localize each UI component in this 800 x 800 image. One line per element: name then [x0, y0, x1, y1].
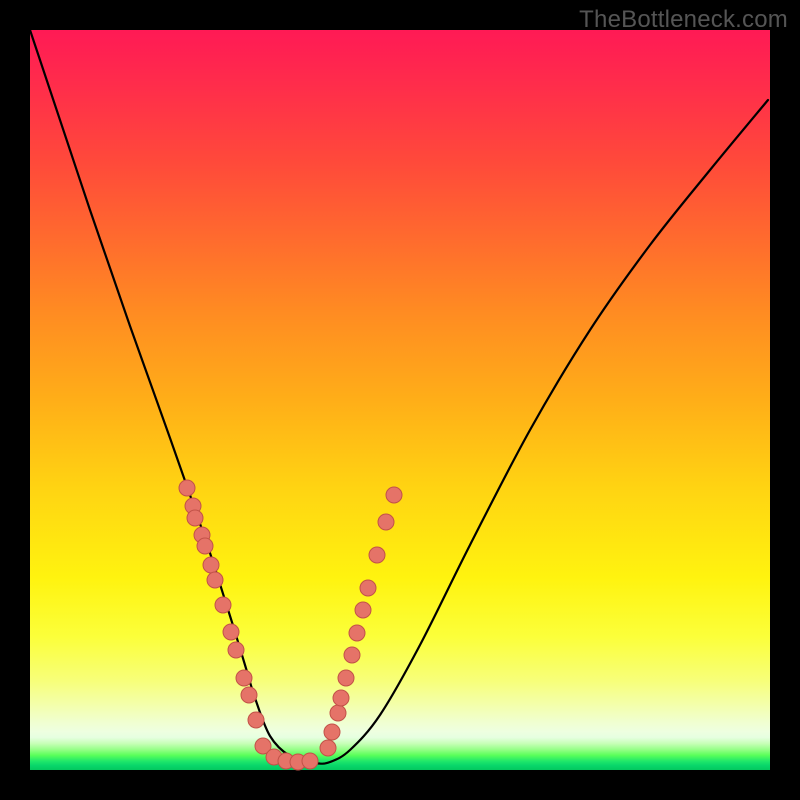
marker-dot: [228, 642, 244, 658]
marker-dots: [179, 480, 402, 770]
marker-dot: [187, 510, 203, 526]
marker-dot: [355, 602, 371, 618]
marker-dot: [320, 740, 336, 756]
marker-dot: [203, 557, 219, 573]
marker-dot: [179, 480, 195, 496]
marker-dot: [338, 670, 354, 686]
marker-dot: [241, 687, 257, 703]
marker-dot: [330, 705, 346, 721]
chart-plot-area: [30, 30, 770, 770]
marker-dot: [369, 547, 385, 563]
bottleneck-curve: [30, 30, 768, 764]
watermark-text: TheBottleneck.com: [579, 6, 788, 34]
chart-frame: TheBottleneck.com: [0, 0, 800, 800]
marker-dot: [360, 580, 376, 596]
marker-dot: [207, 572, 223, 588]
marker-dot: [386, 487, 402, 503]
marker-dot: [324, 724, 340, 740]
chart-svg: [30, 30, 770, 770]
marker-dot: [248, 712, 264, 728]
marker-dot: [223, 624, 239, 640]
marker-dot: [333, 690, 349, 706]
marker-dot: [302, 753, 318, 769]
marker-dot: [197, 538, 213, 554]
marker-dot: [236, 670, 252, 686]
marker-dot: [349, 625, 365, 641]
marker-dot: [378, 514, 394, 530]
marker-dot: [215, 597, 231, 613]
marker-dot: [344, 647, 360, 663]
